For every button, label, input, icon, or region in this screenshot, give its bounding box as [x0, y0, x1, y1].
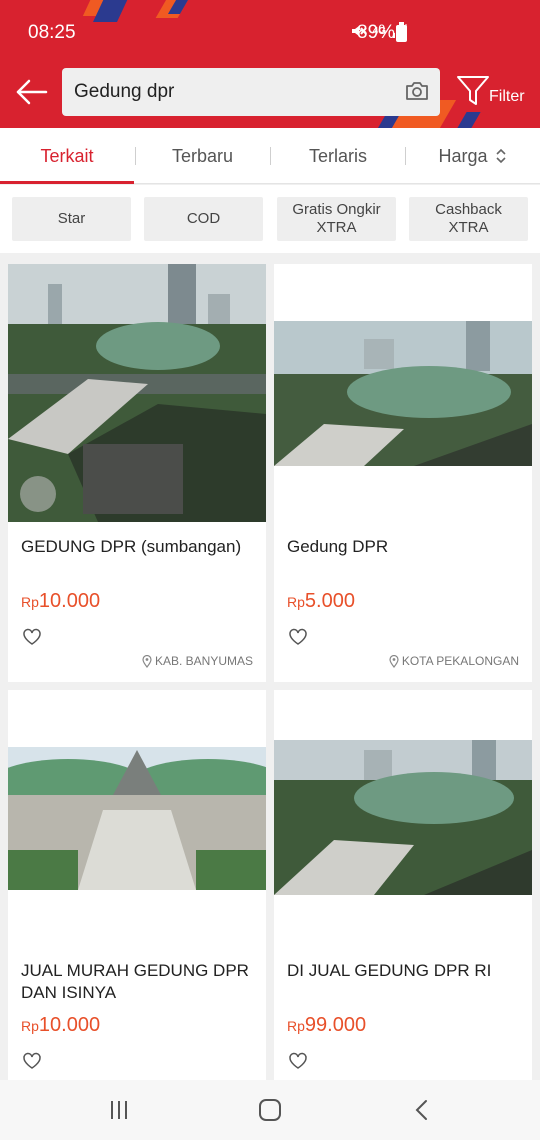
chip-label: COD	[186, 210, 221, 227]
decor-shape	[457, 112, 481, 128]
product-price: Rp10.000	[21, 1014, 100, 1037]
arrow-left-icon	[16, 79, 48, 105]
filter-label: Filter	[489, 88, 525, 105]
product-title: GEDUNG DPR (sumbangan)	[21, 537, 242, 556]
chip-sublabel: XTRA	[448, 219, 489, 236]
product-price: Rp5.000	[287, 590, 355, 613]
product-price: Rp99.000	[287, 1014, 366, 1037]
chip-label: Star	[57, 210, 86, 227]
search-query: Gedung dpr	[74, 81, 175, 102]
tab-label: Terlaris	[308, 145, 367, 166]
active-tab-indicator	[0, 181, 134, 184]
tab-label: Terbaru	[171, 145, 234, 166]
chevron-updown-icon	[495, 148, 506, 164]
status-time: 08:25	[28, 22, 76, 43]
price-value: 5.000	[304, 590, 355, 612]
system-nav-bar	[0, 1080, 540, 1140]
home-icon[interactable]	[258, 1098, 282, 1122]
image-search-button[interactable]	[404, 79, 430, 103]
price-value: 99.000	[304, 1014, 367, 1036]
product-card[interactable]: Gedung DPR Rp5.000 KOTA PEKALONGAN	[274, 264, 532, 682]
app-header: 08:25 4G 89% Gedung dpr Filter	[0, 0, 540, 128]
price-value: 10.000	[38, 590, 101, 612]
location-pin-icon	[142, 654, 152, 668]
currency: Rp	[21, 594, 39, 610]
divider	[405, 147, 406, 165]
heart-outline-icon[interactable]	[22, 628, 42, 646]
chip-cod[interactable]: COD	[144, 197, 263, 241]
divider	[135, 147, 136, 165]
product-title: Gedung DPR	[287, 537, 389, 556]
filter-chips: Star COD Gratis Ongkir XTRA Cashback XTR…	[0, 185, 540, 253]
tab-harga[interactable]: Harga	[406, 128, 540, 184]
currency: Rp	[287, 594, 305, 610]
chip-star[interactable]: Star	[12, 197, 131, 241]
back-button[interactable]	[14, 76, 50, 108]
heart-outline-icon[interactable]	[22, 1052, 42, 1070]
currency: Rp	[21, 1018, 39, 1034]
chip-label: Cashback	[435, 201, 502, 218]
heart-outline-icon[interactable]	[288, 628, 308, 646]
tab-label: Harga	[438, 145, 488, 166]
search-input[interactable]: Gedung dpr	[62, 68, 440, 116]
location-label: KAB. BANYUMAS	[154, 654, 253, 668]
chip-cashback-xtra[interactable]: Cashback XTRA	[409, 197, 528, 241]
filter-funnel-icon	[457, 76, 489, 105]
product-card[interactable]: GEDUNG DPR (sumbangan) Rp10.000 KAB. BAN…	[8, 264, 266, 682]
product-title: JUAL MURAH GEDUNG DPR DAN ISINYA	[21, 961, 249, 1002]
price-value: 10.000	[38, 1014, 101, 1036]
back-chevron-icon[interactable]	[410, 1098, 434, 1122]
product-image	[274, 264, 532, 522]
product-card[interactable]: DI JUAL GEDUNG DPR RI Rp99.000	[274, 690, 532, 1080]
currency: Rp	[287, 1018, 305, 1034]
product-location: KOTA PEKALONGAN	[389, 654, 519, 668]
product-price: Rp10.000	[21, 590, 100, 613]
divider	[270, 147, 271, 165]
chip-sublabel: XTRA	[316, 219, 357, 236]
tab-terlaris[interactable]: Terlaris	[271, 128, 405, 184]
filter-button[interactable]: Filter	[456, 72, 532, 112]
battery-level: 89%	[357, 22, 396, 43]
product-title: DI JUAL GEDUNG DPR RI	[287, 961, 492, 980]
chip-gratis-ongkir-xtra[interactable]: Gratis Ongkir XTRA	[277, 197, 396, 241]
product-location: KAB. BANYUMAS	[142, 654, 253, 668]
recent-apps-icon[interactable]	[107, 1098, 131, 1122]
product-image	[8, 690, 266, 948]
camera-icon	[406, 82, 428, 100]
heart-outline-icon[interactable]	[288, 1052, 308, 1070]
product-image	[8, 264, 266, 522]
battery-icon	[396, 22, 407, 42]
location-pin-icon	[389, 654, 399, 668]
chip-label: Gratis Ongkir	[292, 201, 381, 218]
tab-label: Terkait	[40, 145, 94, 166]
tab-terkait[interactable]: Terkait	[0, 128, 134, 184]
product-card[interactable]: JUAL MURAH GEDUNG DPR DAN ISINYA Rp10.00…	[8, 690, 266, 1080]
location-label: KOTA PEKALONGAN	[401, 654, 519, 668]
tab-terbaru[interactable]: Terbaru	[135, 128, 270, 184]
product-image	[274, 690, 532, 948]
